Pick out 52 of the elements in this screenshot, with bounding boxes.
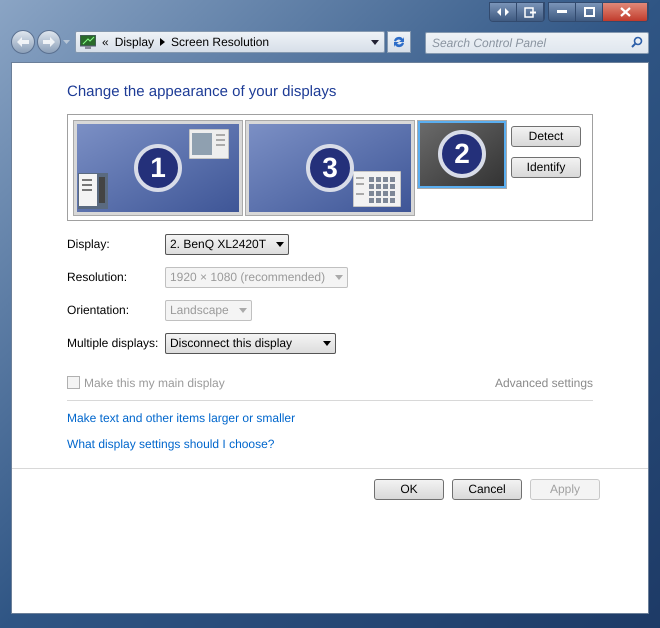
field-label: Orientation: [67, 302, 130, 319]
display-number: 2 [438, 130, 486, 178]
display-number: 3 [306, 144, 354, 192]
search-field[interactable]: Search Control Panel [425, 32, 649, 54]
overflow-chevron[interactable]: « [102, 33, 109, 51]
dialog-button[interactable]: OK [374, 478, 444, 500]
display-number: 1 [134, 144, 182, 192]
page-heading: Change the appearance of your displays [67, 82, 338, 102]
dropdown[interactable]: Disconnect this display [165, 332, 336, 354]
window-icon [524, 6, 536, 18]
dialog-button[interactable]: Cancel [452, 478, 522, 500]
maximize-icon [584, 7, 594, 17]
caret-icon [323, 340, 331, 346]
dialog-button[interactable]: Identify [511, 156, 581, 178]
window-thumbnail-icon [189, 128, 229, 158]
minimize-icon [557, 10, 567, 14]
caption-button[interactable] [490, 3, 517, 21]
field-label: Resolution: [67, 269, 128, 286]
checkbox-label: Make this my main display [84, 374, 225, 392]
back-button[interactable] [11, 30, 35, 54]
refresh-icon [392, 35, 406, 49]
caption-button[interactable] [549, 3, 576, 21]
field-label: Display: [67, 236, 111, 253]
caption-button[interactable] [576, 3, 603, 21]
monitor-tile[interactable]: 1 [74, 120, 242, 214]
caret-icon [335, 274, 344, 280]
help-link[interactable]: Make text and other items larger or smaller [67, 408, 296, 426]
breadcrumb[interactable]: Screen Resolution [171, 33, 270, 51]
close-icon [620, 7, 630, 17]
arrows-icon [497, 7, 509, 17]
caption-button[interactable] [603, 3, 648, 21]
start-menu-icon [78, 172, 108, 208]
breadcrumb[interactable]: Display [114, 33, 154, 51]
field-label: Multiple displays: [67, 335, 160, 352]
monitor-tile[interactable]: 3 [246, 120, 414, 214]
window-thumbnail-icon [353, 170, 401, 206]
refresh-button[interactable] [387, 31, 411, 53]
caption-button[interactable] [517, 3, 544, 21]
search-icon[interactable] [631, 36, 643, 48]
monitor-tile[interactable]: 2 [418, 120, 506, 188]
breadcrumb-arrow-icon[interactable] [160, 38, 166, 46]
back-arrow-icon [17, 37, 29, 47]
forward-button[interactable] [37, 30, 61, 54]
caret-icon [276, 242, 284, 246]
monitor-icon [80, 35, 96, 49]
dropdown[interactable]: 2. BenQ XL2420T [165, 234, 290, 254]
dialog-button[interactable]: Detect [511, 126, 581, 146]
address-bar[interactable]: « Display Screen Resolution [75, 31, 385, 53]
caret-icon [238, 308, 247, 312]
help-link[interactable]: What display settings should I choose? [67, 434, 274, 452]
dropdown-arrow-icon[interactable] [371, 40, 379, 44]
forward-arrow-icon [43, 37, 55, 47]
